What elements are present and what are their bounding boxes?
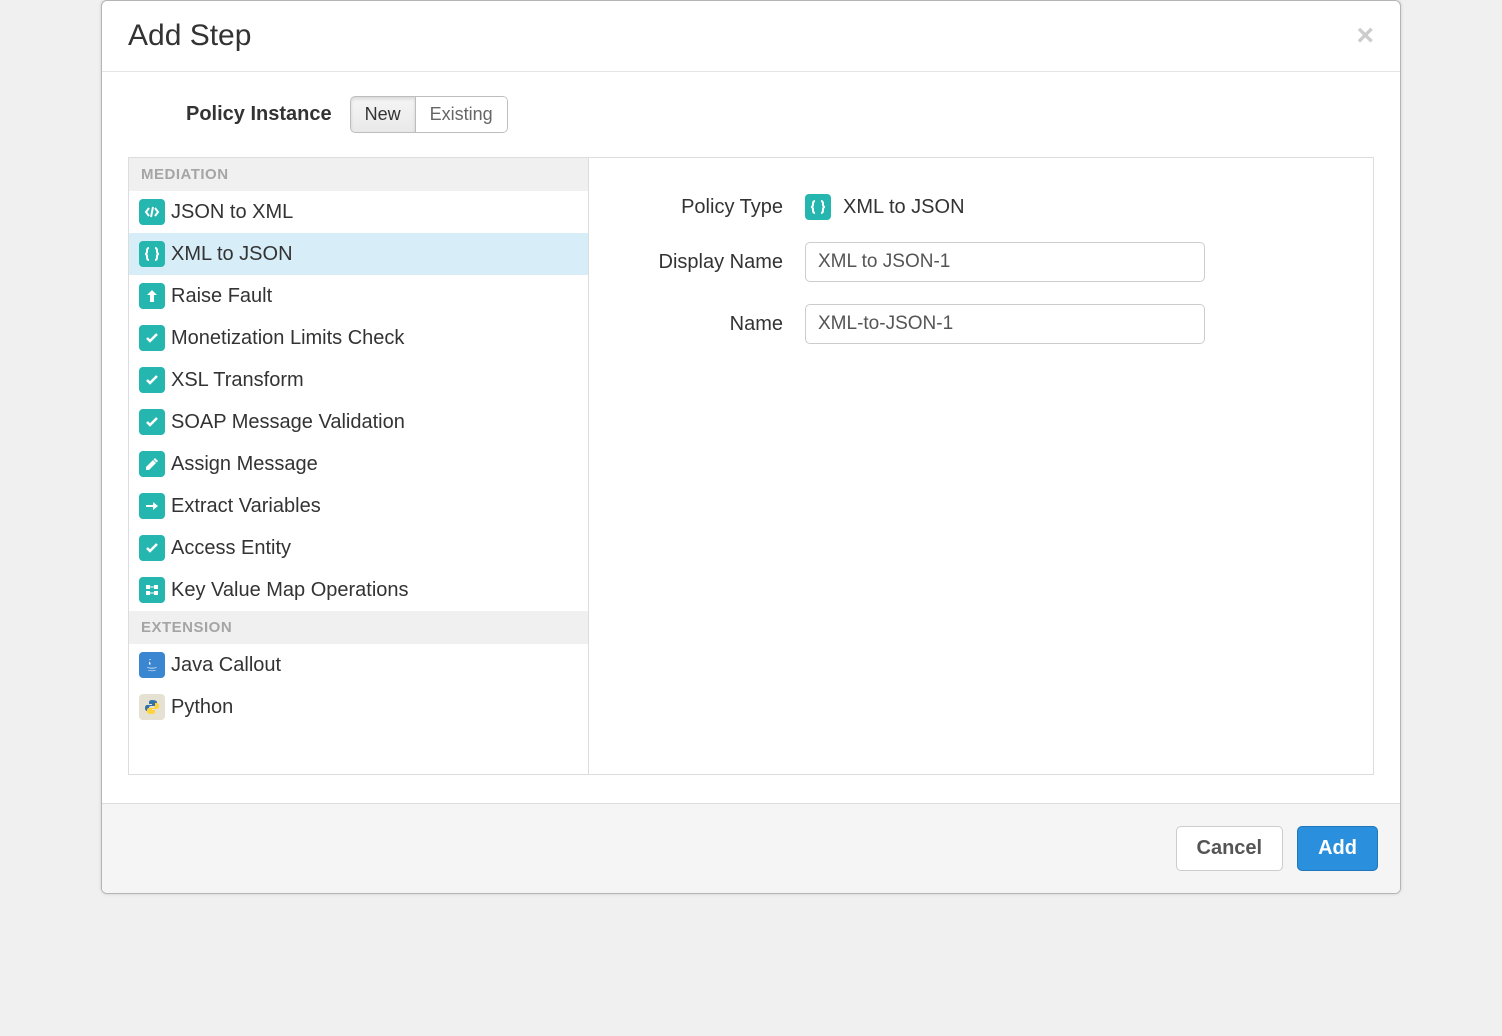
policy-item[interactable]: XSL Transform [129,359,588,401]
category-header: MEDIATION [129,158,588,191]
name-input[interactable] [805,304,1205,344]
map-icon [139,577,165,603]
category-header: EXTENSION [129,611,588,644]
policy-item-label: Extract Variables [171,495,321,518]
policy-item[interactable]: SOAP Message Validation [129,401,588,443]
dialog-title: Add Step [128,19,251,53]
add-button[interactable]: Add [1297,826,1378,871]
policy-type-value: XML to JSON [805,194,965,220]
policy-instance-label: Policy Instance [186,103,332,126]
policy-item-label: XML to JSON [171,243,293,266]
policy-item[interactable]: Access Entity [129,527,588,569]
policy-item-label: Raise Fault [171,285,272,308]
dialog-footer: Cancel Add [102,803,1400,893]
policy-item-label: XSL Transform [171,369,304,392]
code-icon [139,199,165,225]
policy-item-label: Assign Message [171,453,318,476]
policy-type-label: Policy Type [625,196,805,219]
existing-toggle-button[interactable]: Existing [416,96,508,133]
policy-item-label: Monetization Limits Check [171,327,404,350]
dialog-body: MEDIATION JSON to XML XML to JSON Raise Fau… [128,157,1374,775]
policy-item[interactable]: Java Callout [129,644,588,686]
policy-item-label: Java Callout [171,654,281,677]
new-toggle-button[interactable]: New [350,96,416,133]
policy-type-text: XML to JSON [843,196,965,219]
display-name-label: Display Name [625,251,805,274]
arrow-right-icon [139,493,165,519]
name-row: Name [625,304,1349,344]
add-step-dialog: Add Step × Policy Instance New Existing … [101,0,1401,894]
check-icon [139,409,165,435]
close-icon[interactable]: × [1356,21,1374,51]
arrow-up-icon [139,283,165,309]
policy-item[interactable]: JSON to XML [129,191,588,233]
policy-item[interactable]: Assign Message [129,443,588,485]
policy-item[interactable]: Raise Fault [129,275,588,317]
python-icon [139,694,165,720]
braces-icon [139,241,165,267]
policy-item-label: Key Value Map Operations [171,579,409,602]
dialog-header: Add Step × [102,1,1400,72]
check-icon [139,325,165,351]
policy-item[interactable]: Extract Variables [129,485,588,527]
policy-item-label: JSON to XML [171,201,293,224]
pencil-icon [139,451,165,477]
policy-instance-toolbar: Policy Instance New Existing [102,72,1400,157]
display-name-input[interactable] [805,242,1205,282]
policy-item-label: Access Entity [171,537,291,560]
policy-item[interactable]: Python [129,686,588,728]
policy-instance-toggle: New Existing [350,96,508,133]
cancel-button[interactable]: Cancel [1176,826,1284,871]
policy-item-label: SOAP Message Validation [171,411,405,434]
policy-item[interactable]: XML to JSON [129,233,588,275]
check-icon [139,535,165,561]
java-icon [139,652,165,678]
policy-list-sidebar[interactable]: MEDIATION JSON to XML XML to JSON Raise Fau… [129,158,589,774]
display-name-row: Display Name [625,242,1349,282]
braces-icon [805,194,831,220]
check-icon [139,367,165,393]
name-label: Name [625,313,805,336]
policy-type-row: Policy Type XML to JSON [625,194,1349,220]
policy-item-label: Python [171,696,233,719]
policy-detail-pane: Policy Type XML to JSON Display Name Nam… [589,158,1373,774]
policy-item[interactable]: Monetization Limits Check [129,317,588,359]
policy-item[interactable]: Key Value Map Operations [129,569,588,611]
